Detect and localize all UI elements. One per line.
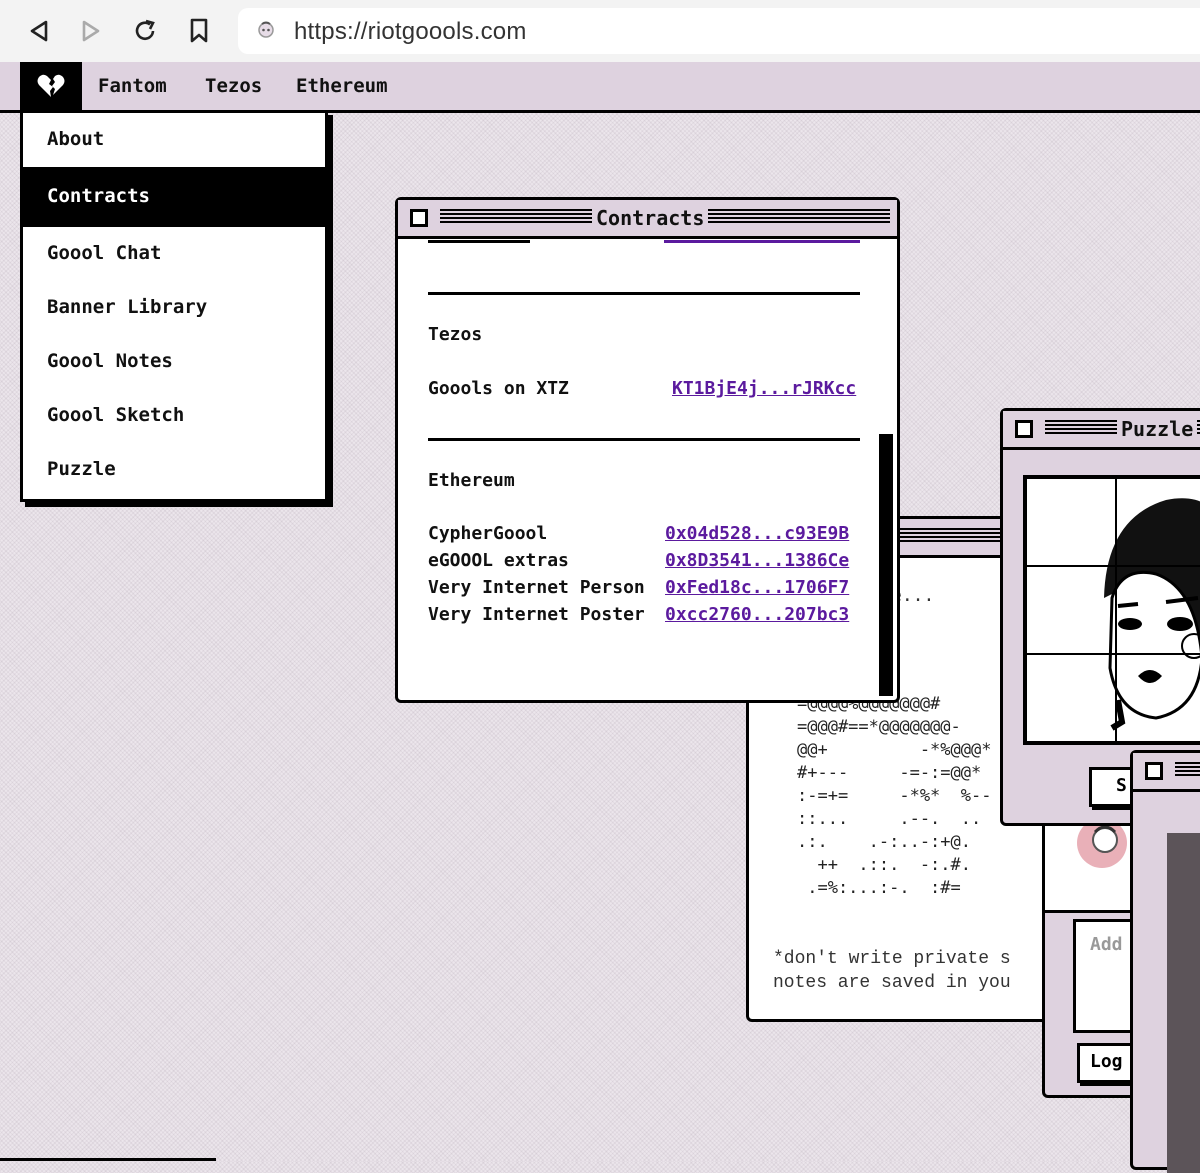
clipped-row [428,236,868,250]
notes-warning-line1: *don't write private s [773,949,1011,969]
contracts-titlebar[interactable]: Contracts [398,200,897,239]
puzzle-titlebar[interactable]: Puzzle [1003,411,1200,450]
contracts-window: Contracts Tezos Goools on XTZ KT1BjE4j..… [395,197,900,703]
address-bar[interactable]: https://riotgoools.com [238,8,1200,54]
browser-toolbar: https://riotgoools.com [0,0,1200,62]
menu-item-label: About [47,128,105,150]
notes-warning: *don't write private s notes are saved i… [773,947,1011,995]
scrollbar-thumb[interactable] [879,434,893,696]
contract-name: Very Internet Poster [428,604,645,625]
contract-name: Goools on XTZ [428,378,569,399]
contract-address-link[interactable]: 0xcc2760...207bc3 [665,604,849,625]
menu-item-label: Goool Notes [47,350,173,372]
contracts-title: Contracts [592,206,709,230]
url-text[interactable]: https://riotgoools.com [294,18,527,46]
bookmark-icon[interactable] [182,14,216,48]
puzzle-grid[interactable] [1023,475,1200,745]
forward-icon[interactable] [74,14,108,48]
menu-item-label: Puzzle [47,458,116,480]
close-icon[interactable] [1015,420,1033,438]
sketch-window [1130,750,1200,1173]
close-icon[interactable] [410,209,428,227]
menu-item-goool-sketch[interactable]: Goool Sketch [23,389,325,443]
sketch-titlebar[interactable] [1133,753,1200,792]
titlebar-stripes [1175,762,1200,778]
section-heading-tezos: Tezos [428,324,483,345]
menu-item-puzzle[interactable]: Puzzle [23,443,325,497]
main-dropdown-menu: About Contracts Goool Chat Banner Librar… [20,110,328,502]
contract-address-link[interactable]: 0x04d528...c93E9B [665,523,849,544]
puzzle-tile[interactable] [1026,566,1116,654]
puzzle-title: Puzzle [1117,417,1198,441]
menu-item-contracts[interactable]: Contracts [23,170,325,224]
back-icon[interactable] [22,14,56,48]
contract-name: eGOOOL extras [428,550,569,571]
chat-input-placeholder: Add [1090,934,1123,955]
menu-item-goool-chat[interactable]: Goool Chat [23,227,325,281]
menu-item-goool-notes[interactable]: Goool Notes [23,335,325,389]
puzzle-tile[interactable] [1116,566,1200,654]
puzzle-tile[interactable] [1026,478,1116,566]
contract-name: CypherGoool [428,523,548,544]
logo-menu-button[interactable] [20,62,82,110]
menu-item-label: Goool Chat [47,242,162,264]
section-divider [428,292,860,295]
menu-item-banner-library[interactable]: Banner Library [23,281,325,335]
clipped-address [664,236,860,243]
notes-warning-line2: notes are saved in you [773,973,1011,993]
contract-name: Very Internet Person [428,577,645,598]
close-icon[interactable] [1145,762,1163,780]
section-divider [428,438,860,441]
puzzle-tile[interactable] [1116,478,1200,566]
contract-address-link[interactable]: 0x8D3541...1386Ce [665,550,849,571]
puzzle-tile[interactable] [1116,654,1200,742]
shuffle-button-label: S [1116,775,1127,796]
menu-item-label: Banner Library [47,296,208,318]
menu-ethereum[interactable]: Ethereum [296,75,388,97]
site-favicon-icon [256,21,276,41]
broken-heart-icon [37,74,65,97]
menu-tezos[interactable]: Tezos [205,75,262,97]
menu-fantom[interactable]: Fantom [98,75,167,97]
clipped-name [428,236,530,243]
sketch-canvas[interactable] [1167,833,1200,1173]
menu-item-label: Contracts [47,185,150,207]
log-button-label: Log [1090,1051,1123,1072]
contract-address-link[interactable]: KT1BjE4j...rJRKcc [672,378,856,399]
menu-item-about[interactable]: About [23,113,325,167]
contract-address-link[interactable]: 0xFed18c...1706F7 [665,577,849,598]
section-heading-ethereum: Ethereum [428,470,515,491]
reload-icon[interactable] [128,14,162,48]
app-menubar: Fantom Tezos Ethereum [0,62,1200,113]
puzzle-tile[interactable] [1026,654,1116,742]
menu-item-label: Goool Sketch [47,404,185,426]
